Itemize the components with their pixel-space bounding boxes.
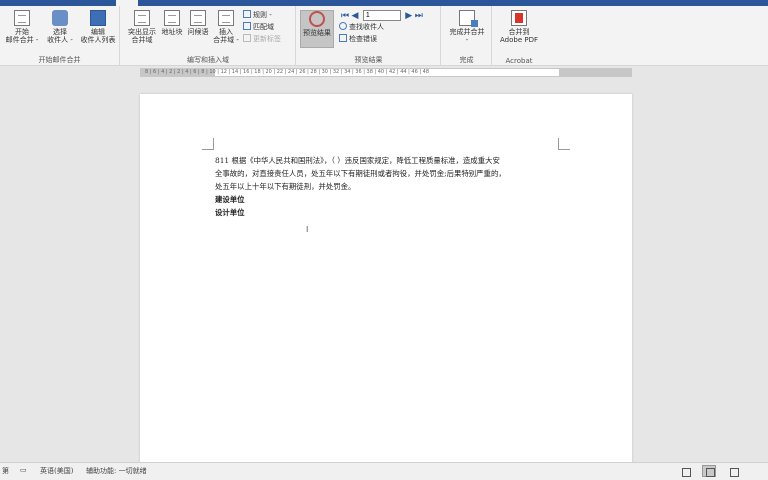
highlight-merge-fields-button[interactable]: 突出显示 合并域 <box>125 10 159 44</box>
accessibility-status[interactable]: 辅助功能: 一切就绪 <box>86 466 147 476</box>
update-labels-button[interactable]: 更新标签 <box>243 34 281 44</box>
document-line: 设计单位 <box>215 208 245 217</box>
group-label-acrobat: Acrobat <box>505 57 533 65</box>
insert-field-icon <box>218 10 234 26</box>
read-mode-button[interactable] <box>678 465 692 477</box>
group-start-merge: 开始 邮件合并 - 选择 收件人 - 编辑 收件人列表 开始邮件合并 <box>0 6 120 66</box>
preview-results-button[interactable]: 预览结果 <box>300 10 334 48</box>
group-finish: 完成并合并 - 完成 <box>442 6 492 66</box>
document-line: 建设单位 <box>215 195 245 204</box>
address-block-label: 地址块 <box>161 28 183 36</box>
merge-to-pdf-label: 合并到 Adobe PDF <box>499 28 538 44</box>
update-labels-icon <box>243 34 251 42</box>
select-recipients-label: 选择 收件人 - <box>47 28 73 44</box>
page-count[interactable]: 第 <box>2 466 9 476</box>
rules-label: 规则 - <box>253 11 272 19</box>
next-record-icon[interactable]: ▶ <box>404 11 414 21</box>
finish-merge-label: 完成并合并 - <box>449 28 485 44</box>
group-write-insert: 突出显示 合并域 地址块 问候语 插入 合并域 - 规则 - 匹配域 更新标签 … <box>121 6 296 66</box>
last-record-icon[interactable]: ⏭ <box>414 11 424 21</box>
check-errors-icon <box>339 34 347 42</box>
preview-results-label: 预览结果 <box>303 29 331 37</box>
highlight-merge-fields-label: 突出显示 合并域 <box>128 28 156 44</box>
finish-merge-button[interactable]: 完成并合并 - <box>446 10 488 44</box>
rules-icon <box>243 10 251 18</box>
language-indicator[interactable]: 英语(美国) <box>40 466 73 476</box>
recipients-icon <box>52 10 68 26</box>
edit-recipient-list-label: 编辑 收件人列表 <box>80 28 116 44</box>
address-block-icon <box>164 10 180 26</box>
find-recipient-icon <box>339 22 347 30</box>
check-errors-button[interactable]: 检查错误 <box>339 34 377 44</box>
horizontal-ruler[interactable]: 8 | 6 | 4 | 2 | 2 | 4 | 6 | 8 | 10 | 12 … <box>140 68 632 77</box>
document-body[interactable]: 811 根据《中华人民共和国刑法》，（ ）违反国家规定，降低工程质量标准，造成重… <box>215 154 560 219</box>
web-layout-button[interactable] <box>726 465 740 477</box>
ruler-right-margin <box>559 69 631 76</box>
start-mail-merge-label: 开始 邮件合并 - <box>5 28 39 44</box>
greeting-line-button[interactable]: 问候语 <box>185 10 211 36</box>
match-fields-button[interactable]: 匹配域 <box>243 22 274 32</box>
highlight-fields-icon <box>134 10 150 26</box>
ribbon: 开始 邮件合并 - 选择 收件人 - 编辑 收件人列表 开始邮件合并 突出显示 … <box>0 6 768 66</box>
group-label-start: 开始邮件合并 <box>38 56 81 64</box>
greeting-line-label: 问候语 <box>187 28 209 36</box>
print-layout-button[interactable] <box>702 465 716 477</box>
text-cursor-icon: I <box>306 225 309 234</box>
document-line: 处五年以上十年以下有期徒刑，并处罚金。 <box>215 182 356 191</box>
find-recipient-label: 查找收件人 <box>349 23 384 31</box>
first-record-icon[interactable]: ⏮ <box>340 11 350 21</box>
select-recipients-button[interactable]: 选择 收件人 - <box>42 10 78 44</box>
previous-record-icon[interactable]: ◀ <box>350 11 360 21</box>
edit-list-icon <box>90 10 106 26</box>
status-bar: 第 ▭ 英语(美国) 辅助功能: 一切就绪 <box>0 462 768 480</box>
insert-merge-field-label: 插入 合并域 - <box>213 28 239 44</box>
check-errors-label: 检查错误 <box>349 35 377 43</box>
preview-icon <box>309 11 325 27</box>
document-line: 全事故的，对直接责任人员，处五年以下有期徒刑或者拘役，并处罚金;后果特别严重的， <box>215 169 506 178</box>
group-label-finish: 完成 <box>459 56 474 64</box>
group-label-write: 编写和插入域 <box>187 56 229 64</box>
margin-corner-top-left <box>202 138 214 150</box>
start-mail-merge-button[interactable]: 开始 邮件合并 - <box>4 10 40 44</box>
document-line: 811 根据《中华人民共和国刑法》，（ ）违反国家规定，降低工程质量标准，造成重… <box>215 156 500 165</box>
merge-to-pdf-button[interactable]: 合并到 Adobe PDF <box>496 10 542 44</box>
match-fields-icon <box>243 22 251 30</box>
word-count-icon[interactable]: ▭ <box>20 466 27 474</box>
greeting-line-icon <box>190 10 206 26</box>
document-icon <box>14 10 30 26</box>
margin-corner-top-right <box>558 138 570 150</box>
edit-recipient-list-button[interactable]: 编辑 收件人列表 <box>78 10 118 44</box>
find-recipient-button[interactable]: 查找收件人 <box>339 22 384 32</box>
ruler-ticks: 8 | 6 | 4 | 2 | 2 | 4 | 6 | 8 | 10 | 12 … <box>145 69 430 75</box>
record-navigation: ⏮◀ ▶⏭ <box>340 10 424 21</box>
group-label-preview: 预览结果 <box>354 56 383 64</box>
address-block-button[interactable]: 地址块 <box>159 10 185 36</box>
update-labels-label: 更新标签 <box>253 35 281 43</box>
match-fields-label: 匹配域 <box>253 23 274 31</box>
acrobat-pdf-icon <box>511 10 527 26</box>
record-number-input[interactable] <box>362 10 401 21</box>
group-acrobat: 合并到 Adobe PDF Acrobat <box>493 6 545 66</box>
rules-button[interactable]: 规则 - <box>243 10 272 20</box>
insert-merge-field-button[interactable]: 插入 合并域 - <box>211 10 241 44</box>
finish-merge-icon <box>459 10 478 27</box>
document-page[interactable]: 811 根据《中华人民共和国刑法》，（ ）违反国家规定，降低工程质量标准，造成重… <box>140 94 632 464</box>
